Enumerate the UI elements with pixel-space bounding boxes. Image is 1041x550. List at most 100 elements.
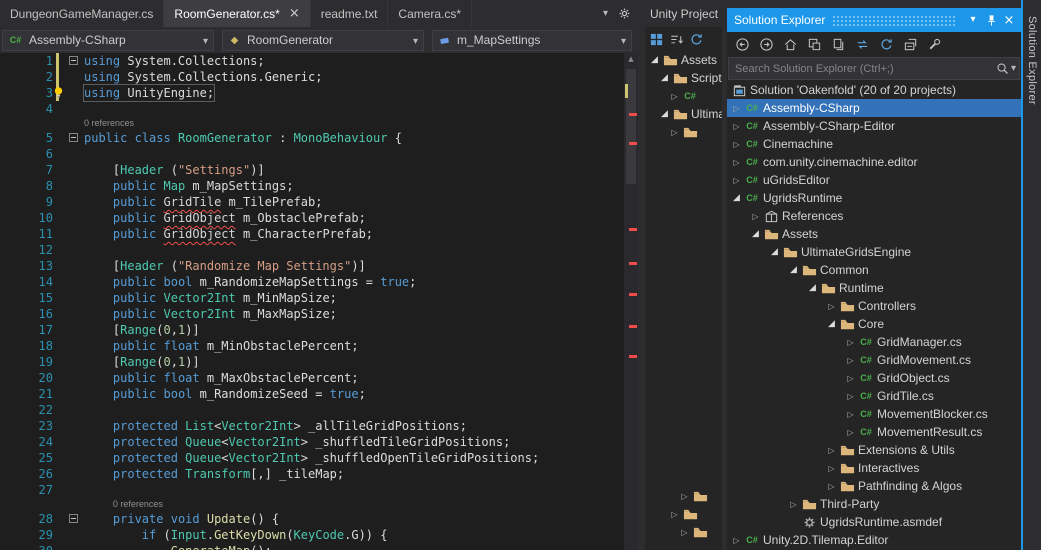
breakpoint-margin[interactable] <box>0 386 22 402</box>
expand-arrow-icon[interactable]: ▷ <box>668 510 681 519</box>
search-button[interactable] <box>995 61 1010 76</box>
expand-arrow-icon[interactable]: ▷ <box>730 104 743 113</box>
fold-margin[interactable] <box>62 258 84 274</box>
scroll-up-icon[interactable]: ▲ <box>624 55 638 63</box>
fold-margin[interactable] <box>62 338 84 354</box>
tab-camera-cs[interactable]: Camera.cs* <box>388 0 473 27</box>
expand-arrow-icon[interactable]: ▷ <box>825 302 838 311</box>
expand-arrow-icon[interactable]: ▷ <box>749 212 762 221</box>
expand-arrow-icon[interactable]: ▷ <box>844 428 857 437</box>
breakpoint-margin[interactable] <box>0 69 22 85</box>
breakpoint-margin[interactable] <box>0 354 22 370</box>
fold-margin[interactable] <box>62 543 84 550</box>
breakpoint-margin[interactable] <box>0 450 22 466</box>
code-editor[interactable]: 1 using System.Collections; 2 using System.… <box>0 53 638 550</box>
solution-explorer-header[interactable]: Solution Explorer ▾ × <box>727 8 1021 32</box>
tree-item-ugridsruntime[interactable]: ◢ C# UgridsRuntime <box>727 189 1021 207</box>
tree-item-runtime[interactable]: ◢ Runtime <box>727 279 1021 297</box>
tree-item-extensions-utils[interactable]: ▷ Extensions & Utils <box>727 441 1021 459</box>
show-all-files-button[interactable] <box>831 37 846 52</box>
tree-item-ugridsruntime-asmdef[interactable]: UgridsRuntime.asmdef <box>727 513 1021 531</box>
fold-margin[interactable] <box>62 146 84 162</box>
tree-item-ugridseditor[interactable]: ▷ C# uGridsEditor <box>727 171 1021 189</box>
fold-margin[interactable] <box>62 226 84 242</box>
tab-readme-txt[interactable]: readme.txt <box>311 0 389 27</box>
collapse-arrow-icon[interactable]: ◢ <box>806 283 819 293</box>
collapse-arrow-icon[interactable]: ◢ <box>730 193 743 203</box>
breakpoint-margin[interactable] <box>0 146 22 162</box>
codelens-references[interactable]: 0 references <box>0 498 638 511</box>
fold-margin[interactable] <box>62 85 84 101</box>
expand-arrow-icon[interactable]: ▷ <box>668 128 681 137</box>
tree-item-gridobject-cs[interactable]: ▷ C# GridObject.cs <box>727 369 1021 387</box>
breakpoint-margin[interactable] <box>0 162 22 178</box>
breakpoint-margin[interactable] <box>0 258 22 274</box>
tab-roomgenerator-cs[interactable]: RoomGenerator.cs* × <box>164 0 311 27</box>
expand-arrow-icon[interactable]: ▷ <box>730 158 743 167</box>
breakpoint-margin[interactable] <box>0 290 22 306</box>
search-input[interactable] <box>728 57 992 80</box>
fold-margin[interactable] <box>62 274 84 290</box>
collapse-arrow-icon[interactable]: ◢ <box>787 265 800 275</box>
breakpoint-margin[interactable] <box>0 130 22 146</box>
editor-options-button[interactable] <box>617 6 632 21</box>
tree-item-common[interactable]: ◢ Common <box>727 261 1021 279</box>
expand-arrow-icon[interactable]: ▷ <box>678 528 691 537</box>
tree-item-solution-oakenfold-20-of-20-projects[interactable]: Solution 'Oakenfold' (20 of 20 projects) <box>727 81 1021 99</box>
expand-arrow-icon[interactable]: ▷ <box>730 176 743 185</box>
fold-margin[interactable] <box>62 527 84 543</box>
expand-arrow-icon[interactable]: ▷ <box>787 500 800 509</box>
lightbulb-icon[interactable] <box>52 86 65 99</box>
collapse-region-icon[interactable] <box>68 514 78 523</box>
project-dropdown[interactable]: C# Assembly-CSharp ▾ <box>2 29 214 51</box>
breakpoint-margin[interactable] <box>0 242 22 258</box>
breakpoint-margin[interactable] <box>0 306 22 322</box>
fold-margin[interactable] <box>62 386 84 402</box>
breakpoint-margin[interactable] <box>0 543 22 550</box>
tree-item-unity-2d-tilemap-editor[interactable]: ▷ C# Unity.2D.Tilemap.Editor <box>727 531 1021 549</box>
breakpoint-margin[interactable] <box>0 511 22 527</box>
collapse-arrow-icon[interactable]: ◢ <box>648 55 661 65</box>
fold-margin[interactable] <box>62 322 84 338</box>
expand-arrow-icon[interactable]: ▷ <box>825 482 838 491</box>
sort-button[interactable] <box>669 32 684 47</box>
fold-margin[interactable] <box>62 194 84 210</box>
collapse-arrow-icon[interactable]: ◢ <box>658 73 671 83</box>
home-button[interactable] <box>783 37 798 52</box>
breakpoint-margin[interactable] <box>0 274 22 290</box>
breakpoint-margin[interactable] <box>0 226 22 242</box>
forward-button[interactable] <box>759 37 774 52</box>
collapse-region-icon[interactable] <box>68 133 78 142</box>
tree-item-gridmanager-cs[interactable]: ▷ C# GridManager.cs <box>727 333 1021 351</box>
breakpoint-margin[interactable] <box>0 527 22 543</box>
tree-item-interactives[interactable]: ▷ Interactives <box>727 459 1021 477</box>
breakpoint-margin[interactable] <box>0 482 22 498</box>
fold-margin[interactable] <box>62 69 84 85</box>
drag-grip[interactable] <box>832 14 957 26</box>
breakpoint-margin[interactable] <box>0 466 22 482</box>
collapse-arrow-icon[interactable]: ◢ <box>768 247 781 257</box>
solution-explorer-side-tab[interactable]: Solution Explorer <box>1023 0 1041 550</box>
expand-arrow-icon[interactable]: ▷ <box>844 356 857 365</box>
tree-item-references[interactable]: ▷ References <box>727 207 1021 225</box>
tree-item-item[interactable]: ▷ <box>645 505 722 523</box>
breakpoint-margin[interactable] <box>0 402 22 418</box>
tree-item-movementresult-cs[interactable]: ▷ C# MovementResult.cs <box>727 423 1021 441</box>
tree-item-assets[interactable]: ◢ Assets <box>727 225 1021 243</box>
fold-margin[interactable] <box>62 242 84 258</box>
expand-arrow-icon[interactable]: ▷ <box>730 122 743 131</box>
expand-arrow-icon[interactable]: ▷ <box>825 446 838 455</box>
tree-item-gridtile-cs[interactable]: ▷ C# GridTile.cs <box>727 387 1021 405</box>
close-tab-icon[interactable]: × <box>289 7 300 20</box>
fold-margin[interactable] <box>62 466 84 482</box>
expand-arrow-icon[interactable]: ▷ <box>730 140 743 149</box>
expand-arrow-icon[interactable]: ▷ <box>678 492 691 501</box>
close-button[interactable]: × <box>1000 11 1018 29</box>
tree-item-com-unity-cinemachine-editor[interactable]: ▷ C# com.unity.cinemachine.editor <box>727 153 1021 171</box>
tree-item-item[interactable]: ▷ <box>645 487 722 505</box>
tree-item-scripts[interactable]: ◢ Scripts <box>645 69 722 87</box>
tree-item-item[interactable]: ▷ <box>645 523 722 541</box>
codelens-references[interactable]: 0 references <box>0 117 638 130</box>
tree-item-assembly-csharp[interactable]: ▷ C# Assembly-CSharp <box>727 99 1021 117</box>
member-dropdown[interactable]: m_MapSettings ▾ <box>432 29 632 51</box>
